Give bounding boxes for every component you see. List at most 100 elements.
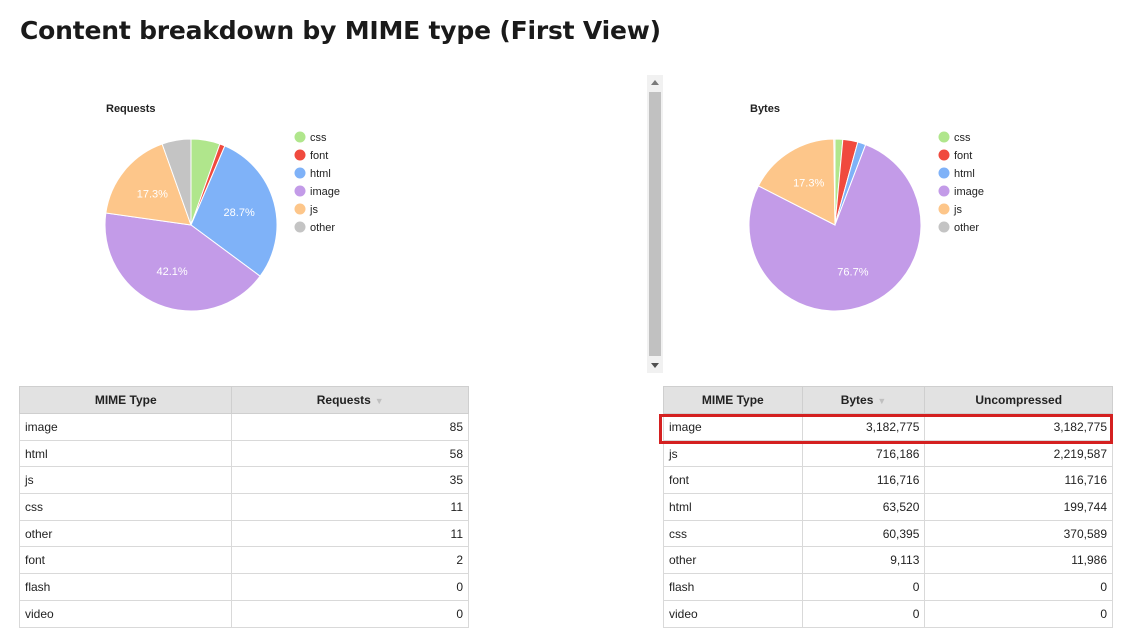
value-cell: 0 bbox=[924, 599, 1113, 628]
arrow-up-icon bbox=[651, 80, 659, 85]
value-cell: 116,716 bbox=[924, 466, 1113, 495]
legend-label-css[interactable]: css bbox=[310, 132, 327, 144]
legend-swatch-image bbox=[294, 185, 306, 197]
table-row[interactable]: css 60,395 370,589 bbox=[663, 519, 1113, 548]
table-row[interactable]: video 0 0 bbox=[663, 599, 1113, 628]
table-header-row: MIME Type Bytes ▼ Uncompressed bbox=[663, 386, 1113, 414]
table-row[interactable]: other 11 bbox=[18, 519, 469, 548]
value-cell: 3,182,775 bbox=[924, 413, 1113, 441]
column-header-mime-type[interactable]: MIME Type bbox=[663, 386, 803, 414]
mime-type-cell: font bbox=[663, 466, 803, 495]
slice-label-html: 28.7% bbox=[224, 207, 255, 219]
table-row[interactable]: html 63,520 199,744 bbox=[663, 493, 1113, 521]
scroll-down-button[interactable] bbox=[647, 357, 663, 373]
legend-swatch-font bbox=[938, 149, 950, 161]
value-cell: 35 bbox=[231, 466, 469, 495]
legend-label-html[interactable]: html bbox=[310, 168, 331, 180]
value-cell: 9,113 bbox=[801, 546, 926, 575]
legend-swatch-js bbox=[294, 203, 306, 215]
legend-swatch-js bbox=[938, 203, 950, 215]
legend-label-js[interactable]: js bbox=[309, 204, 318, 216]
legend-label-js[interactable]: js bbox=[953, 204, 962, 216]
column-header-mime-type[interactable]: MIME Type bbox=[18, 386, 233, 414]
bytes-pie-chart: Bytes 76.7% 17.3% css font html image js other bbox=[744, 96, 1064, 336]
column-header-uncompressed[interactable]: Uncompressed bbox=[924, 386, 1113, 414]
table-row[interactable]: flash 0 bbox=[18, 573, 469, 601]
value-cell: 0 bbox=[924, 573, 1113, 601]
mime-type-cell: js bbox=[663, 439, 803, 468]
sort-descending-icon: ▼ bbox=[374, 396, 384, 406]
table-row[interactable]: image 85 bbox=[18, 413, 469, 441]
value-cell: 370,589 bbox=[924, 519, 1113, 548]
table-row[interactable]: js 716,186 2,219,587 bbox=[663, 439, 1113, 468]
slice-label-image: 76.7% bbox=[837, 267, 868, 279]
legend-label-image[interactable]: image bbox=[310, 186, 340, 198]
sort-descending-icon: ▼ bbox=[877, 396, 887, 406]
value-cell: 0 bbox=[231, 599, 469, 628]
legend-swatch-css bbox=[294, 131, 306, 143]
value-cell: 3,182,775 bbox=[801, 413, 926, 441]
slice-label-js: 17.3% bbox=[793, 178, 824, 190]
mime-type-cell: font bbox=[18, 546, 233, 575]
value-cell: 0 bbox=[801, 599, 926, 628]
legend-label-other[interactable]: other bbox=[954, 222, 979, 234]
legend-swatch-font bbox=[294, 149, 306, 161]
mime-type-cell: other bbox=[18, 519, 233, 548]
scroll-up-button[interactable] bbox=[647, 75, 663, 91]
scroll-thumb[interactable] bbox=[649, 92, 661, 356]
legend-swatch-css bbox=[938, 131, 950, 143]
table-row[interactable]: flash 0 0 bbox=[663, 573, 1113, 601]
mime-type-cell: html bbox=[18, 439, 233, 468]
mime-type-cell: js bbox=[18, 466, 233, 495]
arrow-down-icon bbox=[651, 363, 659, 368]
legend-label-html[interactable]: html bbox=[954, 168, 975, 180]
legend-swatch-other bbox=[938, 221, 950, 233]
table-row[interactable]: html 58 bbox=[18, 439, 469, 468]
value-cell: 0 bbox=[801, 573, 926, 601]
value-cell: 85 bbox=[231, 413, 469, 441]
slice-label-image: 42.1% bbox=[156, 266, 187, 278]
table-row[interactable]: font 116,716 116,716 bbox=[663, 466, 1113, 495]
legend-swatch-html bbox=[938, 167, 950, 179]
table-header-row: MIME Type Requests ▼ bbox=[18, 386, 469, 414]
mime-type-cell: flash bbox=[663, 573, 803, 601]
legend-label-font[interactable]: font bbox=[310, 150, 328, 162]
requests-pie-svg: Requests 28.7% 42.1% 17.3% css font html image j… bbox=[104, 103, 340, 312]
mime-type-cell: image bbox=[663, 413, 803, 441]
legend-swatch-other bbox=[294, 221, 306, 233]
value-cell: 2 bbox=[231, 546, 469, 575]
legend-swatch-image bbox=[938, 185, 950, 197]
column-header-requests[interactable]: Requests ▼ bbox=[231, 386, 469, 414]
table-row[interactable]: css 11 bbox=[18, 493, 469, 521]
value-cell: 11,986 bbox=[924, 546, 1113, 575]
column-header-bytes[interactable]: Bytes ▼ bbox=[801, 386, 926, 414]
value-cell: 116,716 bbox=[801, 466, 926, 495]
mime-type-cell: video bbox=[18, 599, 233, 628]
legend-label-other[interactable]: other bbox=[310, 222, 335, 234]
value-cell: 60,395 bbox=[801, 519, 926, 548]
table-row[interactable]: image 3,182,775 3,182,775 bbox=[663, 413, 1113, 441]
table-row[interactable]: video 0 bbox=[18, 599, 469, 628]
table-row[interactable]: font 2 bbox=[18, 546, 469, 575]
bytes-table: MIME Type Bytes ▼ Uncompressed image 3,182… bbox=[663, 386, 1113, 628]
chart-title: Bytes bbox=[750, 103, 780, 115]
value-cell: 11 bbox=[231, 493, 469, 521]
legend-label-image[interactable]: image bbox=[954, 186, 984, 198]
mime-type-cell: css bbox=[18, 493, 233, 521]
mime-type-cell: other bbox=[663, 546, 803, 575]
value-cell: 199,744 bbox=[924, 493, 1113, 521]
value-cell: 63,520 bbox=[801, 493, 926, 521]
mime-type-cell: css bbox=[663, 519, 803, 548]
table-row[interactable]: other 9,113 11,986 bbox=[663, 546, 1113, 575]
bytes-pie-svg: Bytes 76.7% 17.3% css font html image js other bbox=[748, 103, 984, 312]
requests-pie-chart: Requests 28.7% 42.1% 17.3% css font html image j… bbox=[100, 96, 420, 336]
legend-label-css[interactable]: css bbox=[954, 132, 971, 144]
legend-label-font[interactable]: font bbox=[954, 150, 972, 162]
vertical-scrollbar[interactable] bbox=[647, 75, 663, 373]
legend-swatch-html bbox=[294, 167, 306, 179]
requests-table: MIME Type Requests ▼ image 85 html 58 js 35 css… bbox=[18, 386, 469, 628]
mime-type-cell: video bbox=[663, 599, 803, 628]
value-cell: 0 bbox=[231, 573, 469, 601]
table-row[interactable]: js 35 bbox=[18, 466, 469, 495]
page-title: Content breakdown by MIME type (First Vi… bbox=[20, 16, 661, 45]
